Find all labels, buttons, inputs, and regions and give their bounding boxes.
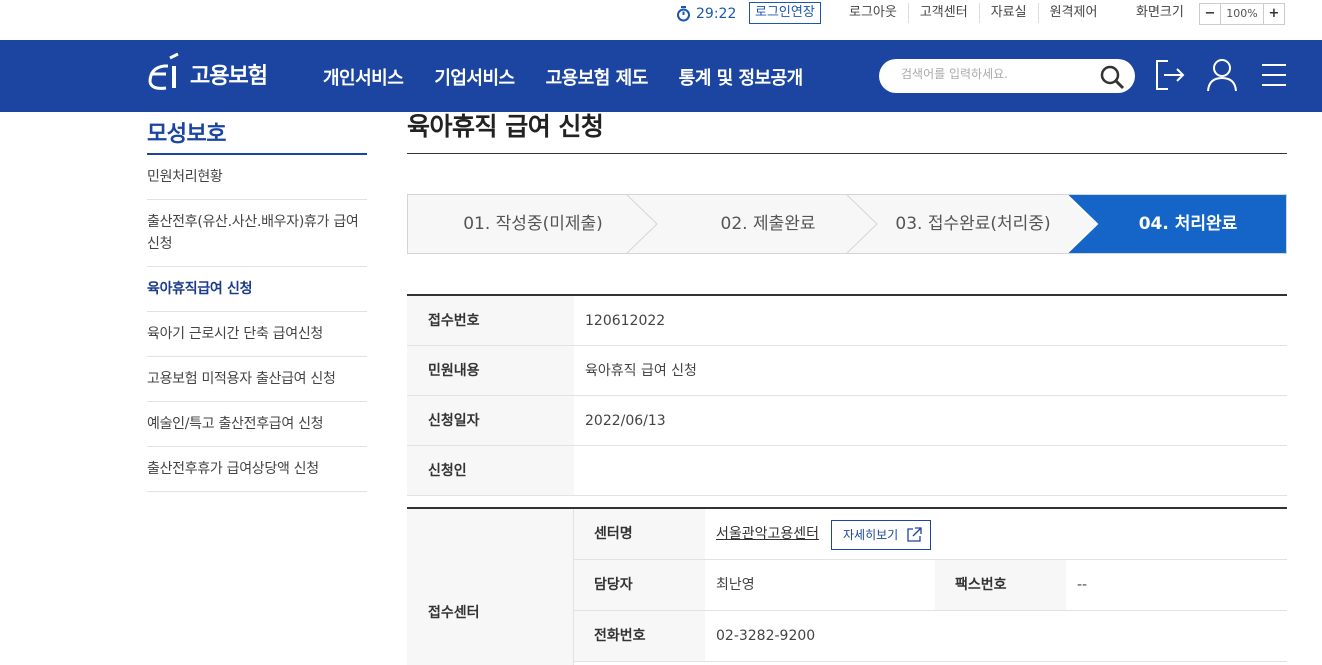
zoom-label: 화면크기 [1136, 5, 1184, 20]
sidebar-item-uninsured-maternity[interactable]: 고용보험 미적용자 출산급여 신청 [147, 357, 367, 402]
step-2: 02. 제출완료 [720, 214, 816, 234]
receipt-number-label: 접수번호 [407, 296, 574, 345]
sidebar-item-parental-leave[interactable]: 육아휴직급여 신청 [147, 267, 367, 312]
receiving-center-table: 접수센터 센터명 서울관악고용센터 자세히보기 담당자 최난영 팩스번호 -- … [407, 507, 1287, 665]
phone-row: 전화번호 02-3282-9200 [574, 611, 1287, 662]
manager-label: 담당자 [574, 560, 705, 610]
sidebar-item-reduced-hours[interactable]: 육아기 근로시간 단축 급여신청 [147, 312, 367, 357]
logout-link[interactable]: 로그아웃 [838, 3, 908, 23]
center-name-row: 센터명 서울관악고용센터 자세히보기 [574, 509, 1287, 560]
table-row: 신청인 [407, 446, 1287, 496]
sidebar-item-equivalent-benefit[interactable]: 출산전후휴가 급여상당액 신청 [147, 447, 367, 492]
table-row: 민원내용 육아휴직 급여 신청 [407, 346, 1287, 396]
search-icon[interactable] [1099, 64, 1125, 90]
step-1: 01. 작성중(미제출) [463, 214, 603, 234]
utility-links: 로그아웃 고객센터 자료실 원격제어 [838, 3, 1108, 23]
progress-steps: 01. 작성중(미제출) 02. 제출완료 03. 접수완료(처리중) 04. … [407, 194, 1287, 254]
header: 고용보험 개인서비스 기업서비스 고용보험 제도 통계 및 정보공개 [0, 40, 1322, 112]
nav-statistics[interactable]: 통계 및 정보공개 [679, 64, 803, 90]
applicant-label: 신청인 [407, 446, 574, 495]
application-date-label: 신청일자 [407, 396, 574, 445]
zoom-out-button[interactable]: − [1200, 4, 1220, 24]
center-name-label: 센터명 [574, 509, 705, 559]
main-nav: 개인서비스 기업서비스 고용보험 제도 통계 및 정보공개 [323, 64, 834, 90]
search-input[interactable] [901, 67, 1091, 81]
main-content: 육아휴직 급여 신청 01. 작성중(미제출) 02. 제출완료 03. 접수완… [407, 112, 1287, 665]
search-box [879, 59, 1135, 93]
nav-business-service[interactable]: 기업서비스 [434, 64, 515, 90]
logo[interactable]: 고용보험 [146, 52, 268, 96]
page-title: 육아휴직 급여 신청 [407, 112, 1287, 154]
manager-value: 최난영 [716, 577, 755, 593]
detail-view-label: 자세히보기 [843, 528, 899, 542]
step-4-current: 04. 처리완료 [1138, 214, 1238, 234]
phone-value: 02-3282-9200 [716, 628, 816, 644]
user-icon[interactable] [1206, 57, 1238, 93]
step-3: 03. 접수완료(처리중) [895, 214, 1051, 234]
sidebar-item-artist-maternity[interactable]: 예술인/특고 출산전후급여 신청 [147, 402, 367, 447]
stopwatch-icon [677, 6, 690, 22]
receipt-number-value: 120612022 [585, 313, 666, 329]
external-link-icon [907, 527, 922, 542]
sidebar-item-status[interactable]: 민원처리현황 [147, 155, 367, 200]
applicant-value [574, 446, 1287, 495]
receiving-center-label: 접수센터 [407, 509, 574, 665]
application-date-value: 2022/06/13 [585, 413, 666, 429]
session-timer: 29:22 [676, 4, 736, 24]
nav-insurance-system[interactable]: 고용보험 제도 [546, 64, 649, 90]
ei-logo-icon [148, 52, 179, 90]
customer-center-link[interactable]: 고객센터 [907, 3, 979, 23]
timer-value: 29:22 [696, 6, 737, 22]
request-content-value: 육아휴직 급여 신청 [585, 363, 697, 379]
fax-value: -- [1077, 577, 1088, 593]
fax-label: 팩스번호 [935, 560, 1066, 610]
zoom-value: 100% [1220, 4, 1264, 24]
archive-link[interactable]: 자료실 [978, 3, 1038, 23]
logo-text: 고용보험 [190, 64, 268, 89]
sidebar-title: 모성보호 [147, 112, 367, 155]
detail-view-button[interactable]: 자세히보기 [831, 520, 932, 550]
zoom-in-button[interactable]: + [1264, 4, 1284, 24]
utility-bar: 29:22 로그인연장 로그아웃 고객센터 자료실 원격제어 화면크기 − 10… [0, 0, 1322, 40]
login-extend-button[interactable]: 로그인연장 [749, 2, 821, 24]
sidebar-item-maternity-leave[interactable]: 출산전후(유산.사산.배우자)휴가 급여신청 [147, 200, 367, 267]
manager-row: 담당자 최난영 팩스번호 -- [574, 560, 1287, 611]
zoom-control: − 100% + [1199, 3, 1285, 25]
nav-personal-service[interactable]: 개인서비스 [323, 64, 404, 90]
table-row: 접수번호 120612022 [407, 296, 1287, 346]
phone-label: 전화번호 [574, 611, 705, 661]
application-info-table: 접수번호 120612022 민원내용 육아휴직 급여 신청 신청일자 2022… [407, 294, 1287, 496]
center-name-text[interactable]: 서울관악고용센터 [716, 526, 819, 542]
table-row: 신청일자 2022/06/13 [407, 396, 1287, 446]
sidebar: 모성보호 민원처리현황 출산전후(유산.사산.배우자)휴가 급여신청 육아휴직급… [147, 112, 367, 492]
request-content-label: 민원내용 [407, 346, 574, 395]
remote-control-link[interactable]: 원격제어 [1037, 3, 1109, 23]
center-name-link[interactable]: 서울관악고용센터 [716, 509, 819, 559]
menu-icon[interactable] [1260, 57, 1288, 93]
logout-icon[interactable] [1154, 57, 1186, 93]
